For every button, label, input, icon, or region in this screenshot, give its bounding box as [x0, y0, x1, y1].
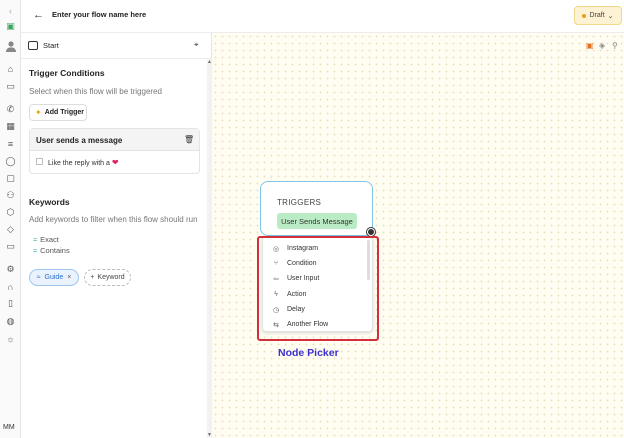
back-arrow-icon[interactable]: ← — [33, 9, 44, 21]
chat-icon[interactable]: ◯ — [4, 155, 17, 168]
add-keyword-label: Keyword — [97, 274, 125, 281]
sun-icon[interactable]: ☼ — [4, 332, 17, 345]
approx-icon: ≈ — [36, 274, 41, 281]
add-trigger-label: Add Trigger — [44, 109, 84, 116]
trigger-card-header: User sends a message 🗑 — [30, 129, 199, 151]
approx-icon: ≈ — [33, 235, 38, 244]
start-label: Start — [43, 41, 59, 50]
users-icon[interactable]: ⚇ — [4, 189, 17, 202]
icon-rail: ‹ ▣ ⌂ ▭ ✆ ▦ ≡ ◯ ▢ ⚇ ⬡ ◇ ▭ ⚙ ∩ ▯ ◍ ☼ MM — [0, 0, 21, 438]
trash-icon[interactable]: 🗑 — [184, 135, 194, 144]
card-icon[interactable]: ▭ — [4, 240, 17, 253]
status-dot-icon — [582, 13, 587, 18]
trigger-node-title: TRIGGERS — [277, 198, 322, 207]
user-initials[interactable]: MM — [3, 424, 15, 431]
keywords-subtitle: Add keywords to filter when this flow sh… — [29, 215, 198, 224]
logo-icon[interactable]: ▣ — [4, 20, 17, 33]
mobile-icon[interactable]: ▯ — [4, 297, 17, 310]
save-icon[interactable]: ▣ — [586, 41, 594, 50]
top-bar: ← Enter your flow name here Draft ⌄ — [21, 0, 624, 33]
like-reply-checkbox[interactable] — [36, 158, 43, 165]
match-type-exact[interactable]: ≈ Exact — [33, 235, 59, 244]
settings-icon[interactable]: ⚙ — [4, 263, 17, 276]
trigger-node[interactable]: TRIGGERS User Sends Message — [260, 181, 373, 236]
trigger-node-item[interactable]: User Sends Message — [277, 213, 357, 229]
keywords-title: Keywords — [29, 197, 70, 207]
magic-wand-icon[interactable]: ⚲ — [612, 41, 618, 50]
bolt-icon: ✦ — [35, 108, 42, 117]
status-dropdown[interactable]: Draft ⌄ — [574, 6, 622, 25]
chevron-down-icon: ⌄ — [607, 12, 614, 20]
headset-icon[interactable]: ∩ — [4, 280, 17, 293]
annotation-highlight-box — [257, 236, 379, 341]
add-trigger-button[interactable]: ✦ Add Trigger — [29, 104, 87, 121]
trigger-conditions-subtitle: Select when this flow will be triggered — [29, 87, 162, 96]
status-label: Draft — [589, 12, 605, 19]
heart-icon: ❤ — [111, 158, 119, 167]
box-icon[interactable]: ⬡ — [4, 206, 17, 219]
tag-icon[interactable]: ◇ — [4, 223, 17, 236]
trigger-card-title: User sends a message — [36, 136, 123, 145]
flow-settings-panel: Start ⌖ Trigger Conditions Select when t… — [21, 33, 212, 438]
message-icon[interactable]: ▢ — [4, 172, 17, 185]
phone-icon[interactable]: ✆ — [4, 103, 17, 116]
annotation-label: Node Picker — [278, 347, 339, 359]
grid-icon[interactable]: ▦ — [4, 120, 17, 133]
trigger-conditions-title: Trigger Conditions — [29, 68, 105, 78]
trigger-card: User sends a message 🗑 Like the reply wi… — [29, 128, 200, 174]
keyword-chip[interactable]: ≈ Guide × — [29, 269, 79, 286]
like-reply-label: Like the reply with a ❤ — [48, 158, 119, 167]
panel-header: Start ⌖ — [21, 33, 212, 59]
globe-icon[interactable]: ◍ — [4, 315, 17, 328]
plus-icon: + — [90, 274, 95, 281]
home-icon[interactable]: ⌂ — [4, 62, 17, 75]
avatar[interactable] — [4, 39, 17, 52]
node-connector-handle[interactable] — [367, 228, 375, 236]
match-type-contains[interactable]: ≈ Contains — [33, 246, 70, 255]
list-icon[interactable]: ≡ — [4, 137, 17, 150]
layers-icon[interactable]: ◈ — [599, 41, 605, 50]
keyword-chip-label: Guide — [44, 274, 64, 281]
add-keyword-button[interactable]: + Keyword — [84, 269, 131, 286]
collapse-icon[interactable]: ‹ — [4, 4, 17, 17]
bot-icon — [28, 41, 38, 50]
approx-icon: ≈ — [33, 246, 38, 255]
flow-name-input[interactable]: Enter your flow name here — [52, 10, 146, 19]
inbox-icon[interactable]: ▭ — [4, 80, 17, 93]
pin-icon[interactable]: ⌖ — [194, 40, 199, 50]
flow-canvas[interactable]: ▣ ◈ ⚲ TRIGGERS User Sends Message ◎ Inst… — [212, 33, 624, 438]
remove-chip-icon[interactable]: × — [67, 274, 71, 281]
